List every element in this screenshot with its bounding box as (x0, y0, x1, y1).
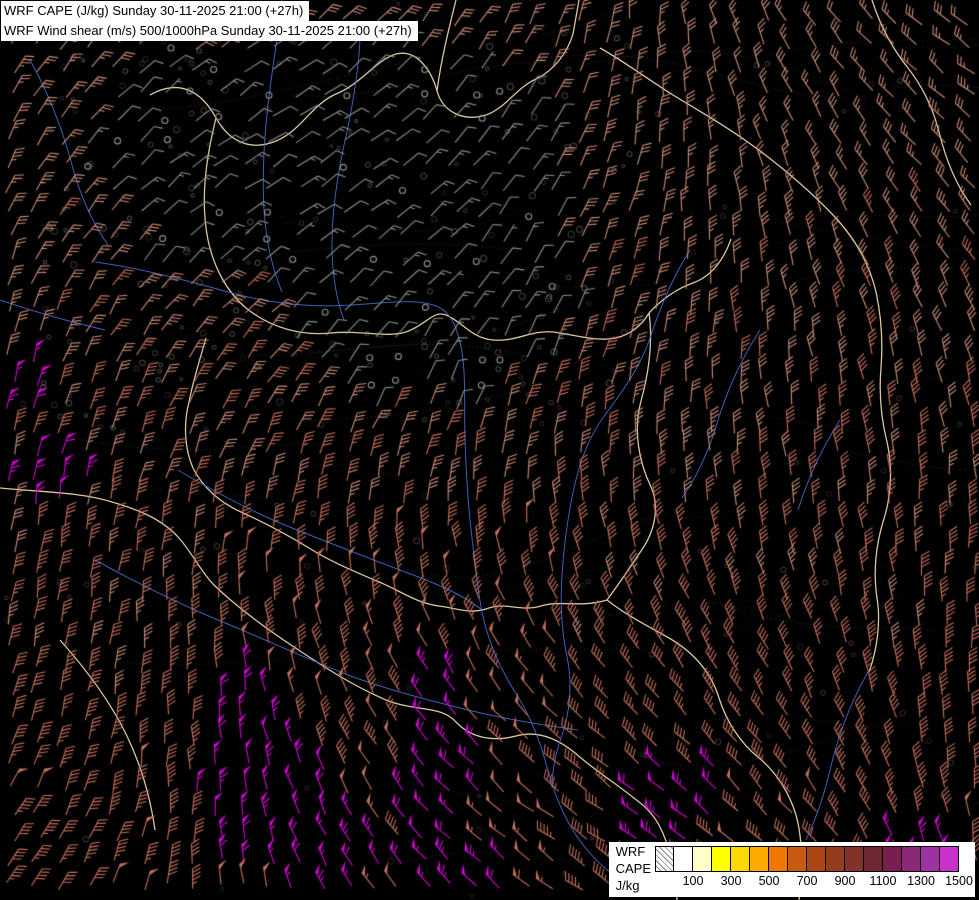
legend-swatch-6 (769, 846, 788, 873)
legend-tick-1500: 1500 (945, 874, 973, 889)
legend-title: WRF CAPE J/kg (609, 842, 655, 897)
legend-tick-1300: 1300 (907, 874, 935, 889)
legend-title-units: J/kg (615, 878, 640, 894)
legend-tick-1100: 1100 (869, 874, 897, 889)
legend-scale: 100 300 500 700 900 1100 1300 1500 (655, 842, 975, 897)
legend-tick-700: 700 (796, 874, 818, 889)
legend-swatch-5 (750, 846, 769, 873)
legend-swatch-1 (674, 846, 693, 873)
legend-swatch-0 (655, 846, 674, 873)
legend-swatch-7 (788, 846, 807, 873)
title-cape: WRF CAPE (J/kg) Sunday 30-11-2025 21:00 … (1, 1, 310, 21)
legend-swatch-15 (940, 846, 959, 873)
legend-swatch-10 (845, 846, 864, 873)
legend-color-bar (655, 846, 961, 873)
title-wind-shear: WRF Wind shear (m/s) 500/1000hPa Sunday … (1, 21, 418, 41)
legend-swatch-14 (921, 846, 940, 873)
legend-swatch-2 (693, 846, 712, 873)
map-titles: WRF CAPE (J/kg) Sunday 30-11-2025 21:00 … (1, 1, 418, 41)
legend-swatch-4 (731, 846, 750, 873)
wind-barb-layer (0, 0, 979, 900)
weather-map: WRF CAPE (J/kg) Sunday 30-11-2025 21:00 … (0, 0, 979, 900)
legend-tick-500: 500 (758, 874, 780, 889)
legend-tick-900: 900 (834, 874, 856, 889)
legend-swatch-13 (902, 846, 921, 873)
cape-legend: WRF CAPE J/kg 100 300 500 700 900 1100 1300 150… (608, 842, 975, 897)
legend-swatch-11 (864, 846, 883, 873)
legend-tick-row: 100 300 500 700 900 1100 1300 1500 (655, 872, 973, 889)
legend-swatch-3 (712, 846, 731, 873)
legend-title-model: WRF (615, 844, 646, 860)
legend-swatch-8 (807, 846, 826, 873)
legend-swatch-12 (883, 846, 902, 873)
legend-tick-100: 100 (682, 874, 704, 889)
legend-tick-300: 300 (720, 874, 742, 889)
legend-title-parameter: CAPE (615, 861, 651, 877)
legend-swatch-9 (826, 846, 845, 873)
